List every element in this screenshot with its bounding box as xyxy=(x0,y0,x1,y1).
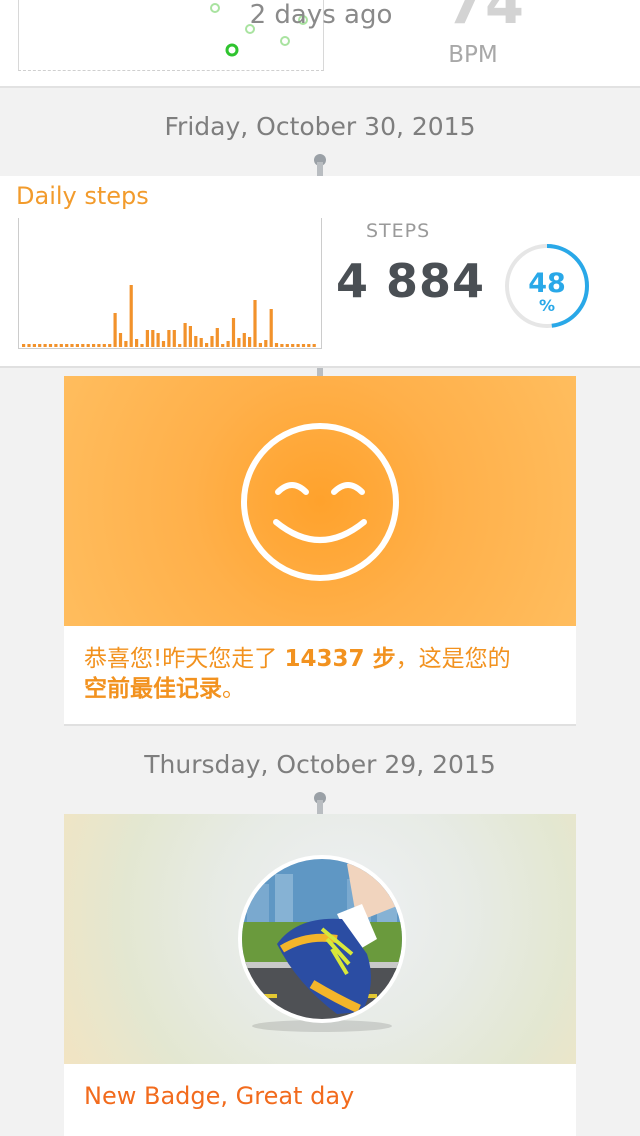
steps-bar xyxy=(129,285,133,347)
steps-bar xyxy=(258,343,262,347)
steps-bar xyxy=(226,341,230,347)
steps-bar xyxy=(65,344,69,347)
steps-bar xyxy=(285,344,289,347)
steps-bar xyxy=(118,333,123,347)
goal-progress-unit: % xyxy=(538,296,556,315)
steps-bar xyxy=(307,344,311,347)
steps-bar xyxy=(75,344,79,347)
badge-banner xyxy=(64,814,576,1064)
steps-bar xyxy=(280,344,284,347)
achievement-steps: 14337 xyxy=(284,646,365,672)
smiley-face-icon xyxy=(241,423,399,581)
steps-bar xyxy=(151,330,155,347)
steps-bar xyxy=(113,313,117,347)
steps-bar xyxy=(108,344,112,347)
date-header: Friday, October 30, 2015 xyxy=(164,112,476,141)
steps-bar xyxy=(205,343,209,347)
steps-bar xyxy=(221,344,225,347)
timeline-line xyxy=(317,162,323,176)
steps-bar xyxy=(140,344,144,347)
steps-bar xyxy=(86,344,90,347)
steps-label: STEPS xyxy=(366,220,431,242)
achievement-record: 空前最佳记录 xyxy=(84,676,222,702)
steps-bar xyxy=(32,344,36,347)
bpm-unit: BPM xyxy=(448,42,498,68)
heart-rate-point xyxy=(280,36,290,46)
steps-bar xyxy=(237,338,241,347)
steps-bar xyxy=(194,336,198,347)
steps-bar xyxy=(188,326,192,347)
steps-bar xyxy=(253,300,257,347)
timeline-line xyxy=(317,368,323,376)
steps-bar xyxy=(264,340,268,347)
steps-bar xyxy=(97,344,101,347)
steps-bar xyxy=(183,323,187,347)
steps-bar xyxy=(242,333,246,347)
steps-value: 4 884 xyxy=(336,254,486,308)
steps-bar xyxy=(178,344,182,347)
steps-bar xyxy=(145,330,149,347)
heart-rate-point-current xyxy=(225,43,239,57)
steps-bar xyxy=(43,344,47,347)
steps-bar xyxy=(48,344,53,347)
steps-bar xyxy=(301,344,306,347)
achievement-banner xyxy=(64,376,576,626)
achievement-text-end: 。 xyxy=(222,676,245,702)
steps-bar xyxy=(274,343,279,347)
achievement-steps-unit: 步 xyxy=(364,646,396,672)
steps-bar xyxy=(248,337,252,347)
steps-bar xyxy=(291,344,295,347)
steps-bar xyxy=(156,333,160,347)
steps-bar xyxy=(312,344,316,347)
badge-card[interactable]: New Badge, Great day xyxy=(64,814,576,1136)
steps-bar xyxy=(172,330,176,347)
steps-bar xyxy=(296,344,300,347)
time-ago-label: 2 days ago xyxy=(249,0,393,30)
steps-bar xyxy=(70,344,74,347)
achievement-card[interactable]: 恭喜您!昨天您走了 14337 步，这是您的 空前最佳记录。 xyxy=(64,376,576,726)
steps-bar-chart xyxy=(18,218,322,349)
steps-bar xyxy=(38,344,42,347)
achievement-text-prefix: 恭喜您!昨天您走了 xyxy=(84,646,285,672)
heart-rate-card[interactable]: 2 days ago 74 BPM xyxy=(0,0,640,88)
bpm-value: 74 xyxy=(446,0,524,37)
steps-bar xyxy=(215,328,219,347)
badge-title: New Badge, Great day xyxy=(84,1082,355,1110)
steps-bar xyxy=(59,344,63,347)
steps-bar xyxy=(210,336,214,347)
goal-progress-value: 48 xyxy=(528,268,566,299)
card-title: Daily steps xyxy=(16,182,149,210)
achievement-message: 恭喜您!昨天您走了 14337 步，这是您的 空前最佳记录。 xyxy=(84,644,554,704)
steps-bar xyxy=(135,339,139,347)
daily-steps-card[interactable]: Daily steps STEPS 4 884 48 % xyxy=(0,176,640,368)
steps-bar xyxy=(81,344,85,347)
steps-bar xyxy=(161,341,166,347)
achievement-text-after: ，这是您的 xyxy=(395,646,511,672)
steps-bar xyxy=(54,344,58,347)
steps-bar xyxy=(199,338,203,347)
steps-bar xyxy=(27,344,31,347)
steps-bar xyxy=(22,344,26,347)
date-header: Thursday, October 29, 2015 xyxy=(144,750,496,779)
steps-bar xyxy=(269,309,273,347)
running-shoe-badge-icon xyxy=(238,855,406,1032)
steps-bar xyxy=(102,344,106,347)
timeline-line xyxy=(317,800,323,814)
steps-bar xyxy=(231,318,236,347)
steps-bar xyxy=(92,344,96,347)
steps-bar xyxy=(124,341,128,347)
steps-bar xyxy=(167,330,171,347)
